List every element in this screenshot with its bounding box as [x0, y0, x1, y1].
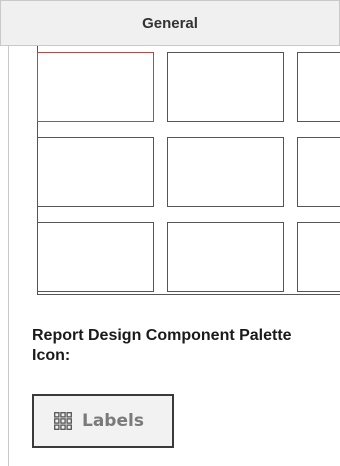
label-cell[interactable]: [37, 137, 154, 207]
label-cell[interactable]: [297, 52, 340, 122]
labels-palette-button[interactable]: Labels: [32, 394, 174, 448]
palette-button-label: Labels: [82, 411, 144, 431]
left-border: [8, 46, 9, 466]
grid-bottom-edge: [37, 294, 340, 295]
label-cell[interactable]: [167, 52, 284, 122]
label-cell[interactable]: [297, 137, 340, 207]
label-cell[interactable]: [167, 222, 284, 292]
label-cell[interactable]: [37, 52, 154, 122]
general-panel: General Report Design Component Palette …: [0, 0, 340, 466]
grid-icon: [54, 412, 72, 430]
palette-icon-caption: Report Design Component Palette Icon:: [32, 327, 292, 364]
label-cell[interactable]: [167, 137, 284, 207]
panel-header: General: [0, 0, 340, 46]
label-grid: [37, 46, 340, 296]
panel-title: General: [142, 14, 198, 32]
label-cell[interactable]: [297, 222, 340, 292]
label-cell[interactable]: [37, 222, 154, 292]
